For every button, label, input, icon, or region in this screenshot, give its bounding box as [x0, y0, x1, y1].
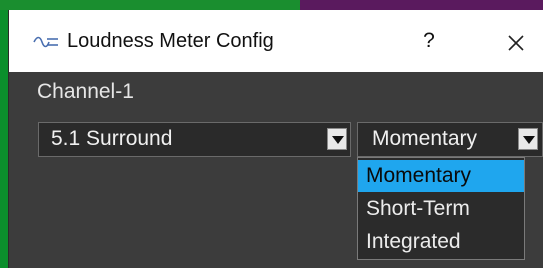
speaker-layout-value: 5.1 Surround — [51, 127, 173, 150]
chevron-down-icon[interactable] — [327, 128, 347, 150]
dropdown-option-integrated[interactable]: Integrated — [358, 226, 524, 258]
background-green-area — [0, 0, 300, 10]
dropdown-option-short-term[interactable]: Short-Term — [358, 193, 524, 225]
background-app — [0, 0, 543, 10]
dropdown-option-momentary[interactable]: Momentary — [358, 160, 524, 192]
meter-mode-value: Momentary — [372, 127, 478, 150]
meter-mode-dropdown-list: Momentary Short-Term Integrated — [357, 157, 525, 260]
close-icon — [507, 26, 525, 56]
close-button[interactable] — [499, 24, 533, 58]
background-purple-area — [300, 0, 543, 10]
dialog-body: Channel-1 5.1 Surround Momentary Momenta… — [9, 72, 543, 268]
window-title: Loudness Meter Config — [67, 30, 274, 52]
channel-label: Channel-1 — [37, 80, 134, 103]
title-bar[interactable]: Loudness Meter Config ? — [9, 10, 543, 72]
waveform-icon — [33, 35, 59, 49]
meter-mode-select[interactable]: Momentary — [357, 122, 543, 157]
loudness-meter-config-dialog: Loudness Meter Config ? Channel-1 5.1 Su… — [8, 10, 543, 268]
help-button[interactable]: ? — [414, 24, 444, 58]
chevron-down-icon[interactable] — [518, 128, 538, 150]
speaker-layout-select[interactable]: 5.1 Surround — [38, 122, 351, 157]
